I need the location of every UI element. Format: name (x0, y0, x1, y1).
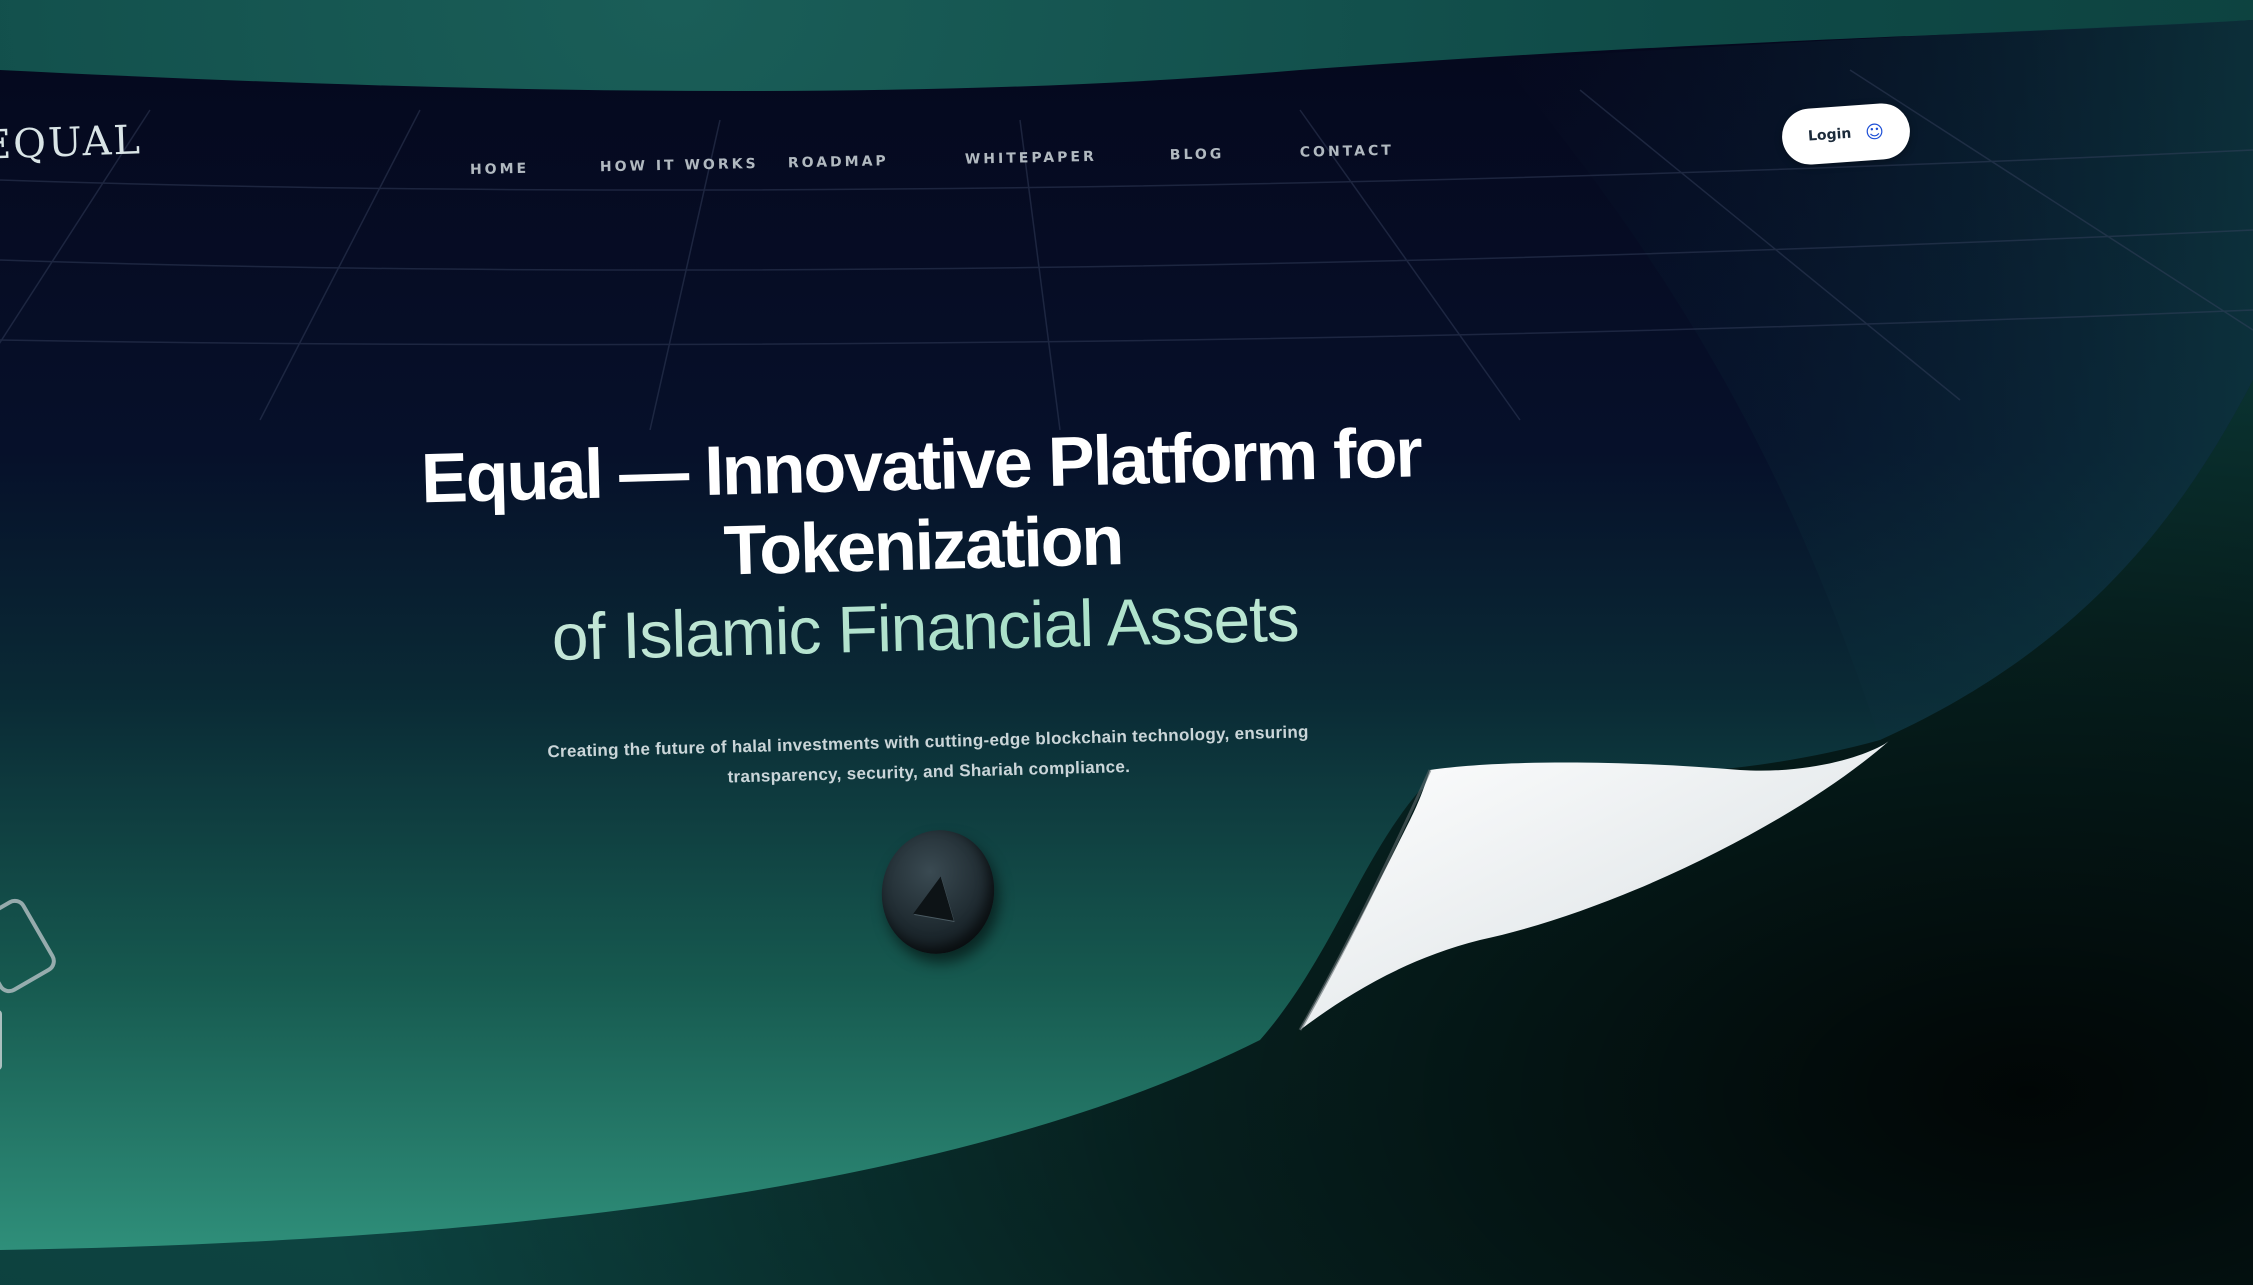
equal-logo[interactable]: EQUAL (0, 117, 143, 169)
hero-title: Equal — Innovative Platform for Tokeniza… (360, 411, 1486, 682)
nav-item-roadmap[interactable]: ROADMAP (788, 153, 889, 171)
nav-item-contact[interactable]: CONTACT (1300, 143, 1394, 161)
nav-item-home[interactable]: HOME (470, 161, 529, 178)
nav-item-blog[interactable]: BLOG (1170, 146, 1225, 163)
hero-section: Equal — Innovative Platform for Tokeniza… (360, 411, 1489, 802)
nav-item-how-it-works[interactable]: HOW IT WORKS (600, 156, 759, 175)
nav-item-whitepaper[interactable]: WHITEPAPER (965, 149, 1097, 168)
user-icon: ☺ (1864, 120, 1885, 144)
side-decor-bar (0, 1010, 2, 1070)
login-button-label: Login (1807, 125, 1852, 145)
login-button[interactable]: Login ☺ (1780, 101, 1912, 167)
coin-emblem-icon: ▲ (912, 857, 964, 927)
